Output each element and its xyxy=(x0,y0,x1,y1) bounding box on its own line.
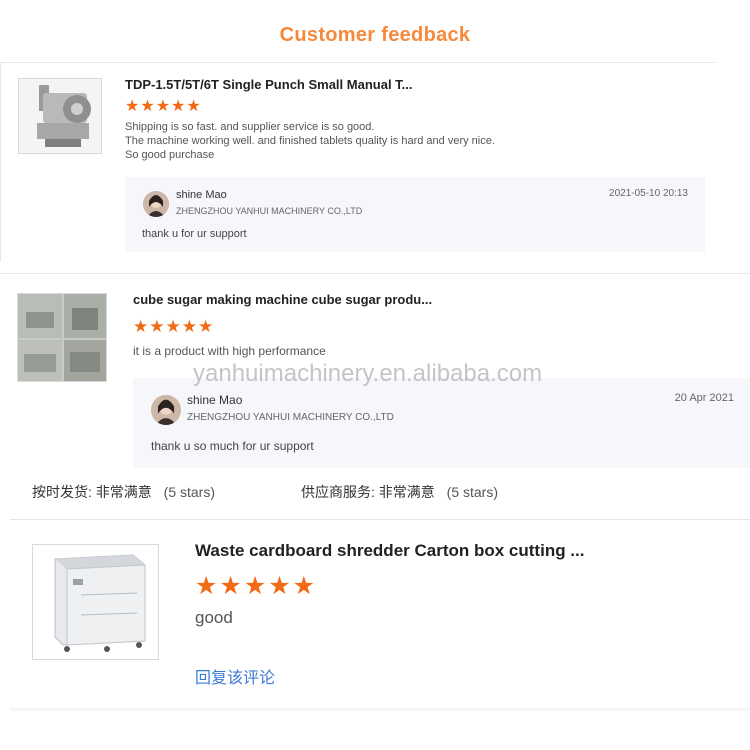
product-thumbnail-cardboard-shredder[interactable] xyxy=(32,544,159,660)
page-title: Customer feedback xyxy=(279,24,471,46)
review-line: So good purchase xyxy=(125,149,215,161)
star-rating: ★★★★★ xyxy=(195,572,318,600)
avatar-icon xyxy=(151,395,181,425)
watermark: yanhuimachinery.en.alibaba.com xyxy=(193,360,543,387)
reply-company: ZHENGZHOU YANHUI MACHINERY CO.,LTD xyxy=(187,412,394,423)
reply-date: 20 Apr 2021 xyxy=(674,392,734,404)
supplier-service-rating: 供应商服务: 非常满意 (5 stars) xyxy=(301,482,498,502)
delivery-rating-label: 按时发货: 非常满意 xyxy=(32,484,152,500)
product-thumbnail-tablet-press[interactable] xyxy=(18,78,102,154)
divider xyxy=(0,273,750,274)
review-line: The machine working well. and finished t… xyxy=(125,135,495,147)
avatar-icon xyxy=(143,191,169,217)
review-text: Shipping is so fast. and supplier servic… xyxy=(125,120,495,162)
service-rating-label: 供应商服务: 非常满意 xyxy=(301,484,435,500)
service-rating-stars: (5 stars) xyxy=(446,484,499,500)
avatar xyxy=(151,395,181,425)
delivery-rating: 按时发货: 非常满意 (5 stars) xyxy=(32,482,215,502)
reply-date: 2021-05-10 20:13 xyxy=(609,188,688,199)
bottom-divider xyxy=(10,708,750,712)
reply-text: thank u so much for ur support xyxy=(151,439,314,453)
review-text: it is a product with high performance xyxy=(133,344,326,358)
product-thumbnail-cube-sugar[interactable] xyxy=(17,293,107,382)
star-rating: ★★★★★ xyxy=(133,317,215,336)
cube-sugar-machine-image xyxy=(18,294,106,381)
divider xyxy=(10,519,750,520)
avatar xyxy=(143,191,169,217)
delivery-rating-stars: (5 stars) xyxy=(163,484,216,500)
left-border xyxy=(0,62,1,262)
reply-user: shine Mao xyxy=(187,393,243,407)
product-title[interactable]: TDP-1.5T/5T/6T Single Punch Small Manual… xyxy=(125,77,413,92)
product-title[interactable]: cube sugar making machine cube sugar pro… xyxy=(133,292,432,307)
reply-company: ZHENGZHOU YANHUI MACHINERY CO.,LTD xyxy=(176,206,363,216)
supplier-reply: shine Mao ZHENGZHOU YANHUI MACHINERY CO.… xyxy=(133,378,750,468)
review-line: Shipping is so fast. and supplier servic… xyxy=(125,121,375,133)
divider xyxy=(0,62,715,63)
supplier-reply: shine Mao ZHENGZHOU YANHUI MACHINERY CO.… xyxy=(125,177,705,252)
reply-user: shine Mao xyxy=(176,189,227,201)
shredder-image xyxy=(33,545,158,659)
star-rating: ★★★★★ xyxy=(125,98,202,115)
review-text: good xyxy=(195,608,233,627)
tablet-press-image xyxy=(19,79,101,153)
product-title[interactable]: Waste cardboard shredder Carton box cutt… xyxy=(195,541,584,561)
reply-text: thank u for ur support xyxy=(142,228,247,240)
reply-to-review-link[interactable]: 回复该评论 xyxy=(195,664,275,688)
